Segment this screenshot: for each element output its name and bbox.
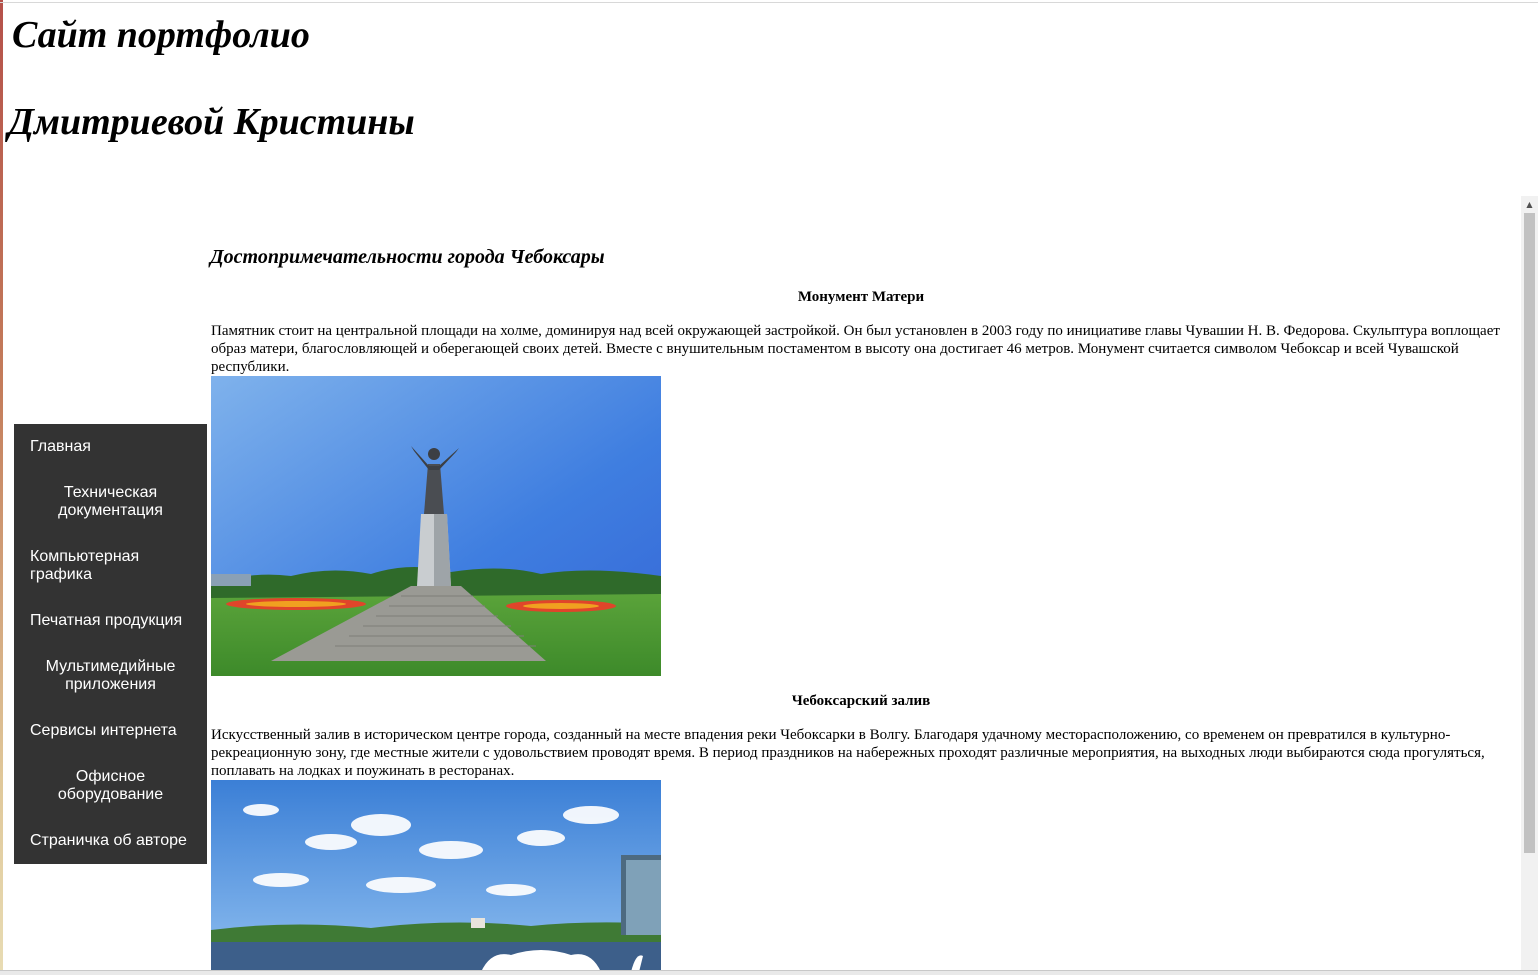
sight-text-mother-monument: Памятник стоит на центральной площади на… bbox=[211, 323, 1500, 375]
page-scrollbar[interactable]: ▲ bbox=[1521, 196, 1538, 975]
sidebar-item-printed-products[interactable]: Печатная продукция bbox=[14, 612, 207, 630]
sidebar-item-computer-graphics[interactable]: Компьютерная графика bbox=[14, 548, 207, 584]
bottom-edge bbox=[0, 970, 1538, 975]
sight-text-cheboksary-bay: Искусственный залив в историческом центр… bbox=[211, 727, 1485, 779]
site-title-line-2: Дмитриевой Кристины bbox=[8, 101, 415, 143]
top-divider bbox=[0, 2, 1538, 3]
sidebar-item-multimedia-apps[interactable]: Мультимедийные приложения bbox=[14, 658, 207, 694]
sidebar-item-technical-documentation[interactable]: Техническая документация bbox=[14, 484, 207, 520]
sidebar-item-about-author[interactable]: Страничка об авторе bbox=[14, 832, 207, 850]
scroll-up-arrow-icon[interactable]: ▲ bbox=[1521, 196, 1538, 213]
cheboksary-bay-photo bbox=[211, 780, 661, 972]
sidebar-item-internet-services[interactable]: Сервисы интернета bbox=[14, 722, 207, 740]
scrollbar-thumb[interactable] bbox=[1524, 213, 1535, 853]
sidebar-item-home[interactable]: Главная bbox=[14, 438, 207, 456]
sidebar-nav: Главная Техническая документация Компьют… bbox=[14, 424, 207, 864]
sidebar-item-office-equipment[interactable]: Офисное оборудование bbox=[14, 768, 207, 804]
sight-title-mother-monument: Монумент Матери bbox=[797, 289, 925, 305]
mother-monument-photo bbox=[211, 376, 661, 676]
sight-title-cheboksary-bay: Чебоксарский залив bbox=[791, 693, 931, 709]
section-heading: Достопримечательности города Чебоксары bbox=[210, 246, 605, 268]
site-title-line-1: Сайт портфолио bbox=[12, 14, 310, 56]
left-accent-stripe bbox=[0, 0, 3, 975]
